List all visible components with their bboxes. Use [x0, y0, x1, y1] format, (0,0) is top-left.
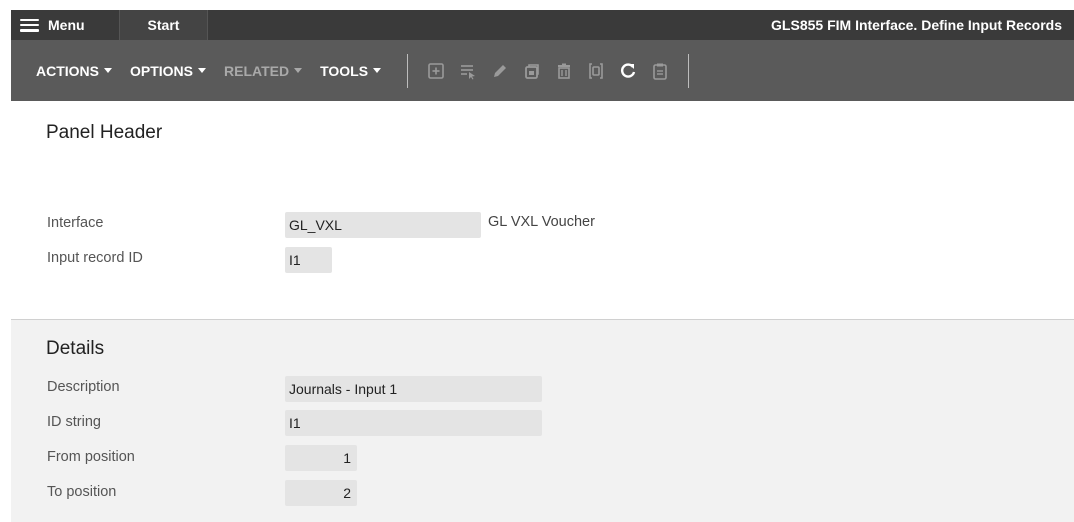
options-menu[interactable]: OPTIONS [130, 62, 207, 79]
id-string-field[interactable]: I1 [285, 410, 542, 436]
filter-select-icon[interactable] [459, 62, 477, 80]
delete-icon[interactable] [555, 62, 573, 80]
description-label: Description [47, 379, 120, 395]
interface-label: Interface [47, 215, 104, 231]
related-menu[interactable]: RELATED [224, 62, 303, 79]
details-panel [11, 319, 1074, 522]
caret-down-icon [373, 68, 382, 73]
actions-menu[interactable]: ACTIONS [36, 63, 112, 79]
clipboard-icon[interactable] [651, 62, 669, 80]
description-field[interactable]: Journals - Input 1 [285, 376, 542, 402]
caret-down-icon [198, 68, 207, 73]
caret-down-icon [104, 68, 112, 73]
start-label: Start [147, 17, 180, 33]
to-position-field[interactable]: 2 [285, 480, 357, 506]
to-position-label: To position [47, 484, 117, 500]
panel-header-title: Panel Header [46, 122, 163, 143]
interface-field[interactable]: GL_VXL [285, 212, 481, 238]
display-icon[interactable] [587, 62, 605, 80]
tools-label: TOOLS [320, 62, 369, 79]
add-icon[interactable] [427, 62, 445, 80]
toolbar: ACTIONS OPTIONS RELATED TOOLS [11, 40, 1074, 101]
options-label: OPTIONS [130, 62, 194, 79]
menu-button[interactable]: Menu [11, 10, 120, 40]
actions-label: ACTIONS [36, 62, 99, 79]
id-string-label: ID string [47, 414, 101, 430]
from-position-field[interactable]: 1 [285, 445, 357, 471]
menu-label: Menu [48, 17, 85, 33]
from-position-label: From position [47, 449, 135, 465]
edit-icon[interactable] [491, 62, 509, 80]
interface-description: GL VXL Voucher [488, 214, 595, 230]
tools-menu[interactable]: TOOLS [320, 62, 382, 79]
input-record-id-label: Input record ID [47, 250, 143, 266]
top-bar: Menu Start GLS855 FIM Interface. Define … [11, 10, 1074, 40]
caret-down-icon [294, 68, 303, 73]
toolbar-separator [407, 53, 409, 88]
tab-start[interactable]: Start [120, 10, 208, 40]
details-title: Details [46, 338, 105, 359]
refresh-icon[interactable] [619, 62, 637, 80]
hamburger-icon [20, 18, 39, 32]
copy-icon[interactable] [523, 62, 541, 80]
toolbar-separator [688, 53, 690, 88]
window-title: GLS855 FIM Interface. Define Input Recor… [771, 17, 1062, 33]
related-label: RELATED [224, 62, 290, 79]
input-record-id-field[interactable]: I1 [285, 247, 332, 273]
